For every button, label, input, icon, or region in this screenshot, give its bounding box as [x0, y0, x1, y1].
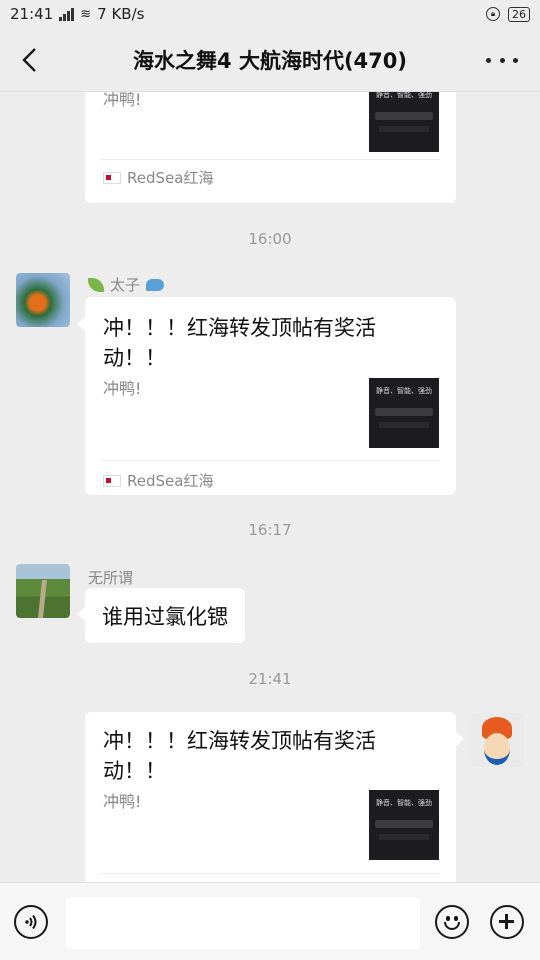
avatar[interactable]: [16, 564, 70, 618]
more-dots-icon[interactable]: [486, 50, 518, 70]
card-thumbnail: 静音、智能、强劲: [369, 790, 439, 860]
avatar[interactable]: [16, 273, 70, 327]
chat-title: 海水之舞4 大航海时代(470): [133, 48, 407, 73]
emoji-icon[interactable]: [435, 905, 469, 939]
avatar[interactable]: [470, 713, 524, 767]
link-card[interactable]: 冲！！！红海转发顶帖有奖活动！！ 冲鸭! 静音、智能、强劲: [85, 712, 456, 882]
message-text: 谁用过氯化锶: [102, 604, 228, 629]
link-card[interactable]: 冲鸭! 静音、智能、强劲 RedSea红海: [85, 92, 456, 203]
rotation-lock-icon: 🔒︎: [486, 7, 500, 21]
whale-icon: [146, 278, 165, 291]
card-title: 冲！！！红海转发顶帖有奖活动！！: [103, 729, 376, 783]
voice-icon[interactable]: [14, 905, 48, 939]
battery-indicator: 26: [508, 6, 530, 22]
sender-name: 无所谓: [88, 569, 134, 587]
card-source: RedSea红海: [103, 167, 213, 188]
card-subtitle: 冲鸭!: [103, 379, 142, 398]
chat-header: 海水之舞4 大航海时代(470): [0, 28, 540, 92]
card-thumbnail: 静音、智能、强劲: [369, 378, 439, 448]
status-bar: 21:41 ≋ 7 KB/s 🔒︎ 26: [0, 0, 540, 28]
network-speed: 7 KB/s: [97, 5, 145, 23]
card-source: RedSea红海: [103, 470, 213, 491]
message-input[interactable]: [66, 897, 420, 949]
timestamp: 21:41: [248, 670, 292, 688]
wifi-icon: ≋: [80, 6, 92, 22]
status-time: 21:41: [10, 5, 54, 23]
redsea-logo-icon: [103, 474, 121, 487]
message-list[interactable]: 冲鸭! 静音、智能、强劲 RedSea红海 16:00 太子 冲！！！红海转发顶…: [0, 92, 540, 882]
card-subtitle: 冲鸭!: [103, 792, 142, 811]
redsea-logo-icon: [103, 171, 121, 184]
card-thumbnail: 静音、智能、强劲: [369, 92, 439, 152]
signal-icon: [59, 7, 75, 21]
input-bar: [0, 882, 540, 960]
back-chevron-icon[interactable]: [18, 46, 42, 74]
timestamp: 16:17: [248, 521, 292, 539]
leaf-icon: [88, 277, 104, 292]
sender-name: 太子: [88, 274, 165, 295]
card-subtitle: 冲鸭!: [103, 92, 142, 109]
card-title: 冲！！！红海转发顶帖有奖活动！！: [103, 316, 376, 370]
link-card[interactable]: 冲！！！红海转发顶帖有奖活动！！ 冲鸭! 静音、智能、强劲 RedSea红海: [85, 297, 456, 495]
plus-icon[interactable]: [490, 905, 524, 939]
timestamp: 16:00: [248, 230, 292, 248]
message-bubble[interactable]: 谁用过氯化锶: [85, 588, 245, 643]
